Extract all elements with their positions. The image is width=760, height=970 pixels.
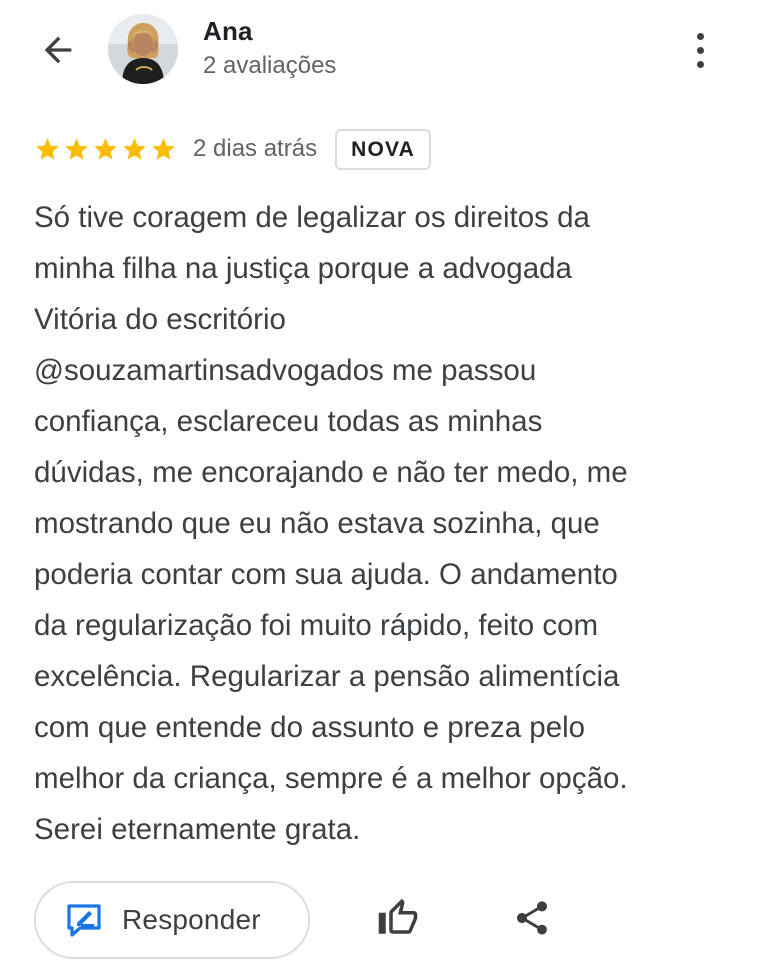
- star-icon: [36, 137, 59, 160]
- share-button[interactable]: [506, 892, 558, 944]
- star-rating: [34, 136, 177, 163]
- review-header: Ana 2 avaliações: [0, 0, 760, 100]
- thumb-up-icon: [378, 898, 418, 934]
- reviewer-name[interactable]: Ana: [203, 16, 253, 47]
- review-text-line: confiança, esclareceu todas as minhas: [34, 405, 543, 438]
- review-text-line: dúvidas, me encorajando e não ter medo, …: [34, 456, 628, 489]
- star-icon: [152, 137, 175, 160]
- star-icon: [123, 137, 146, 160]
- avatar-photo: [108, 14, 178, 84]
- review-text-line: Serei eternamente grata.: [34, 813, 361, 846]
- review-text-line: com que entende do assunto e preza pelo: [34, 711, 586, 744]
- more-vert-icon: [696, 60, 704, 68]
- reply-edit-icon: [67, 904, 101, 937]
- review-text-line: da regularização foi muito rápido, feito…: [34, 609, 599, 642]
- review-text-line: melhor da criança, sempre é a melhor opç…: [34, 762, 628, 795]
- review-text-line: excelência. Regularizar a pensão aliment…: [34, 660, 620, 693]
- new-badge: NOVA: [335, 128, 431, 170]
- review-text-line: @souzamartinsadvogados me passou: [34, 354, 537, 387]
- more-vert-icon: [696, 32, 704, 40]
- back-button[interactable]: [30, 22, 86, 78]
- star-icon: [65, 137, 88, 160]
- more-options-button[interactable]: [676, 24, 724, 76]
- reply-button[interactable]: Responder: [34, 881, 310, 959]
- avatar[interactable]: [108, 14, 178, 84]
- reply-button-label: Responder: [122, 904, 261, 935]
- like-button[interactable]: [372, 892, 424, 944]
- review-text-line: Vitória do escritório: [34, 303, 286, 336]
- review-meta: 2 dias atrás NOVA: [34, 126, 431, 172]
- review-text-line: poderia contar com sua ajuda. O andament…: [34, 558, 618, 591]
- review-text-line: minha filha na justiça porque a advogada: [34, 252, 572, 285]
- star-icon: [94, 137, 117, 160]
- arrow-back-icon: [44, 36, 72, 64]
- review-text-line: mostrando que eu não estava sozinha, que: [34, 507, 600, 540]
- share-icon: [517, 901, 547, 935]
- review-date: 2 dias atrás: [193, 135, 318, 162]
- review-text-line: Só tive coragem de legalizar os direitos…: [34, 201, 590, 234]
- more-vert-icon: [696, 46, 704, 54]
- reviewer-review-count: 2 avaliações: [203, 52, 337, 79]
- review-text: Só tive coragem de legalizar os direitos…: [34, 192, 724, 855]
